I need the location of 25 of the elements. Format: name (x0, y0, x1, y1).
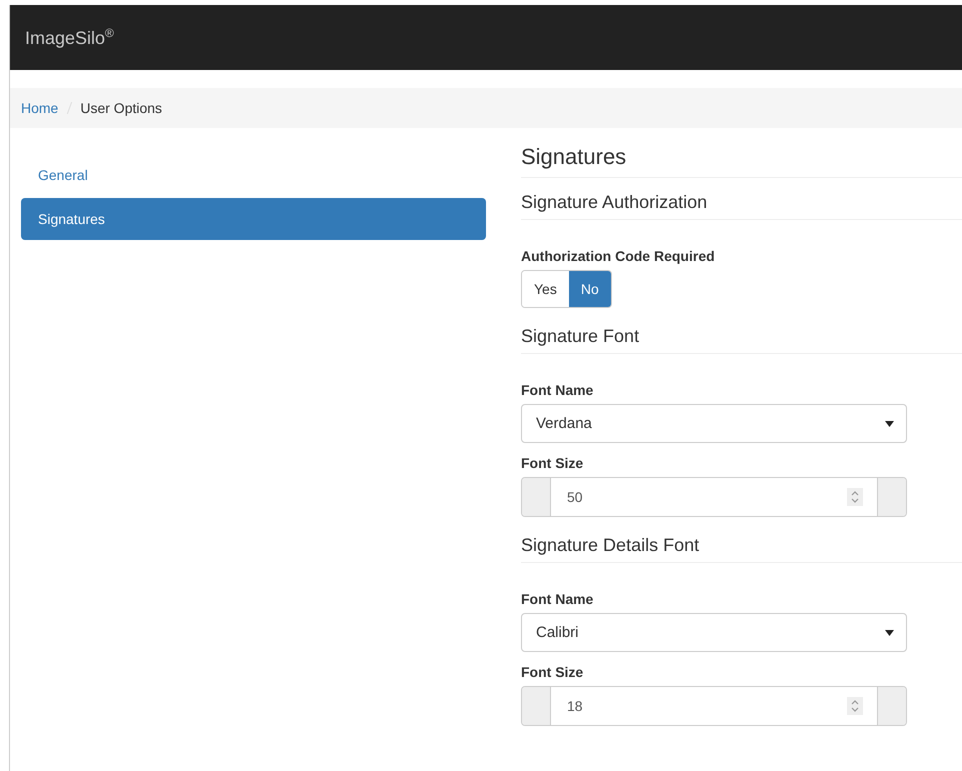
page-title: Signatures (521, 140, 962, 178)
caret-icon (885, 630, 894, 636)
toggle-option[interactable]: No (568, 271, 611, 307)
spinner-icon[interactable] (847, 697, 863, 715)
sidebar-item[interactable]: Signatures (21, 198, 486, 240)
field-label: Authorization Code Required (521, 248, 716, 264)
field-label: Font Size (521, 664, 584, 680)
field-label: Font Name (521, 382, 594, 398)
input-addon (522, 687, 550, 725)
breadcrumb-link[interactable]: Home (21, 100, 58, 116)
section-heading: Signature Details Font (521, 521, 962, 563)
field-label: Font Size (521, 455, 584, 471)
font-select[interactable]: Verdana (521, 404, 907, 443)
field-label: Font Name (521, 591, 594, 607)
input-addon (878, 687, 906, 725)
sidebar-item[interactable]: General (21, 154, 486, 196)
input-addon (878, 478, 906, 516)
caret-icon (885, 420, 894, 426)
brand-logo[interactable]: ImageSilo$^{®}$ (25, 26, 114, 49)
section-heading: Signature Font (521, 312, 962, 354)
font-select[interactable]: Calibri (521, 613, 907, 652)
spinner-icon[interactable] (847, 488, 863, 506)
section-heading: Signature Authorization (521, 178, 962, 220)
breadcrumb-current: User Options (80, 100, 162, 116)
input-addon (522, 478, 550, 516)
